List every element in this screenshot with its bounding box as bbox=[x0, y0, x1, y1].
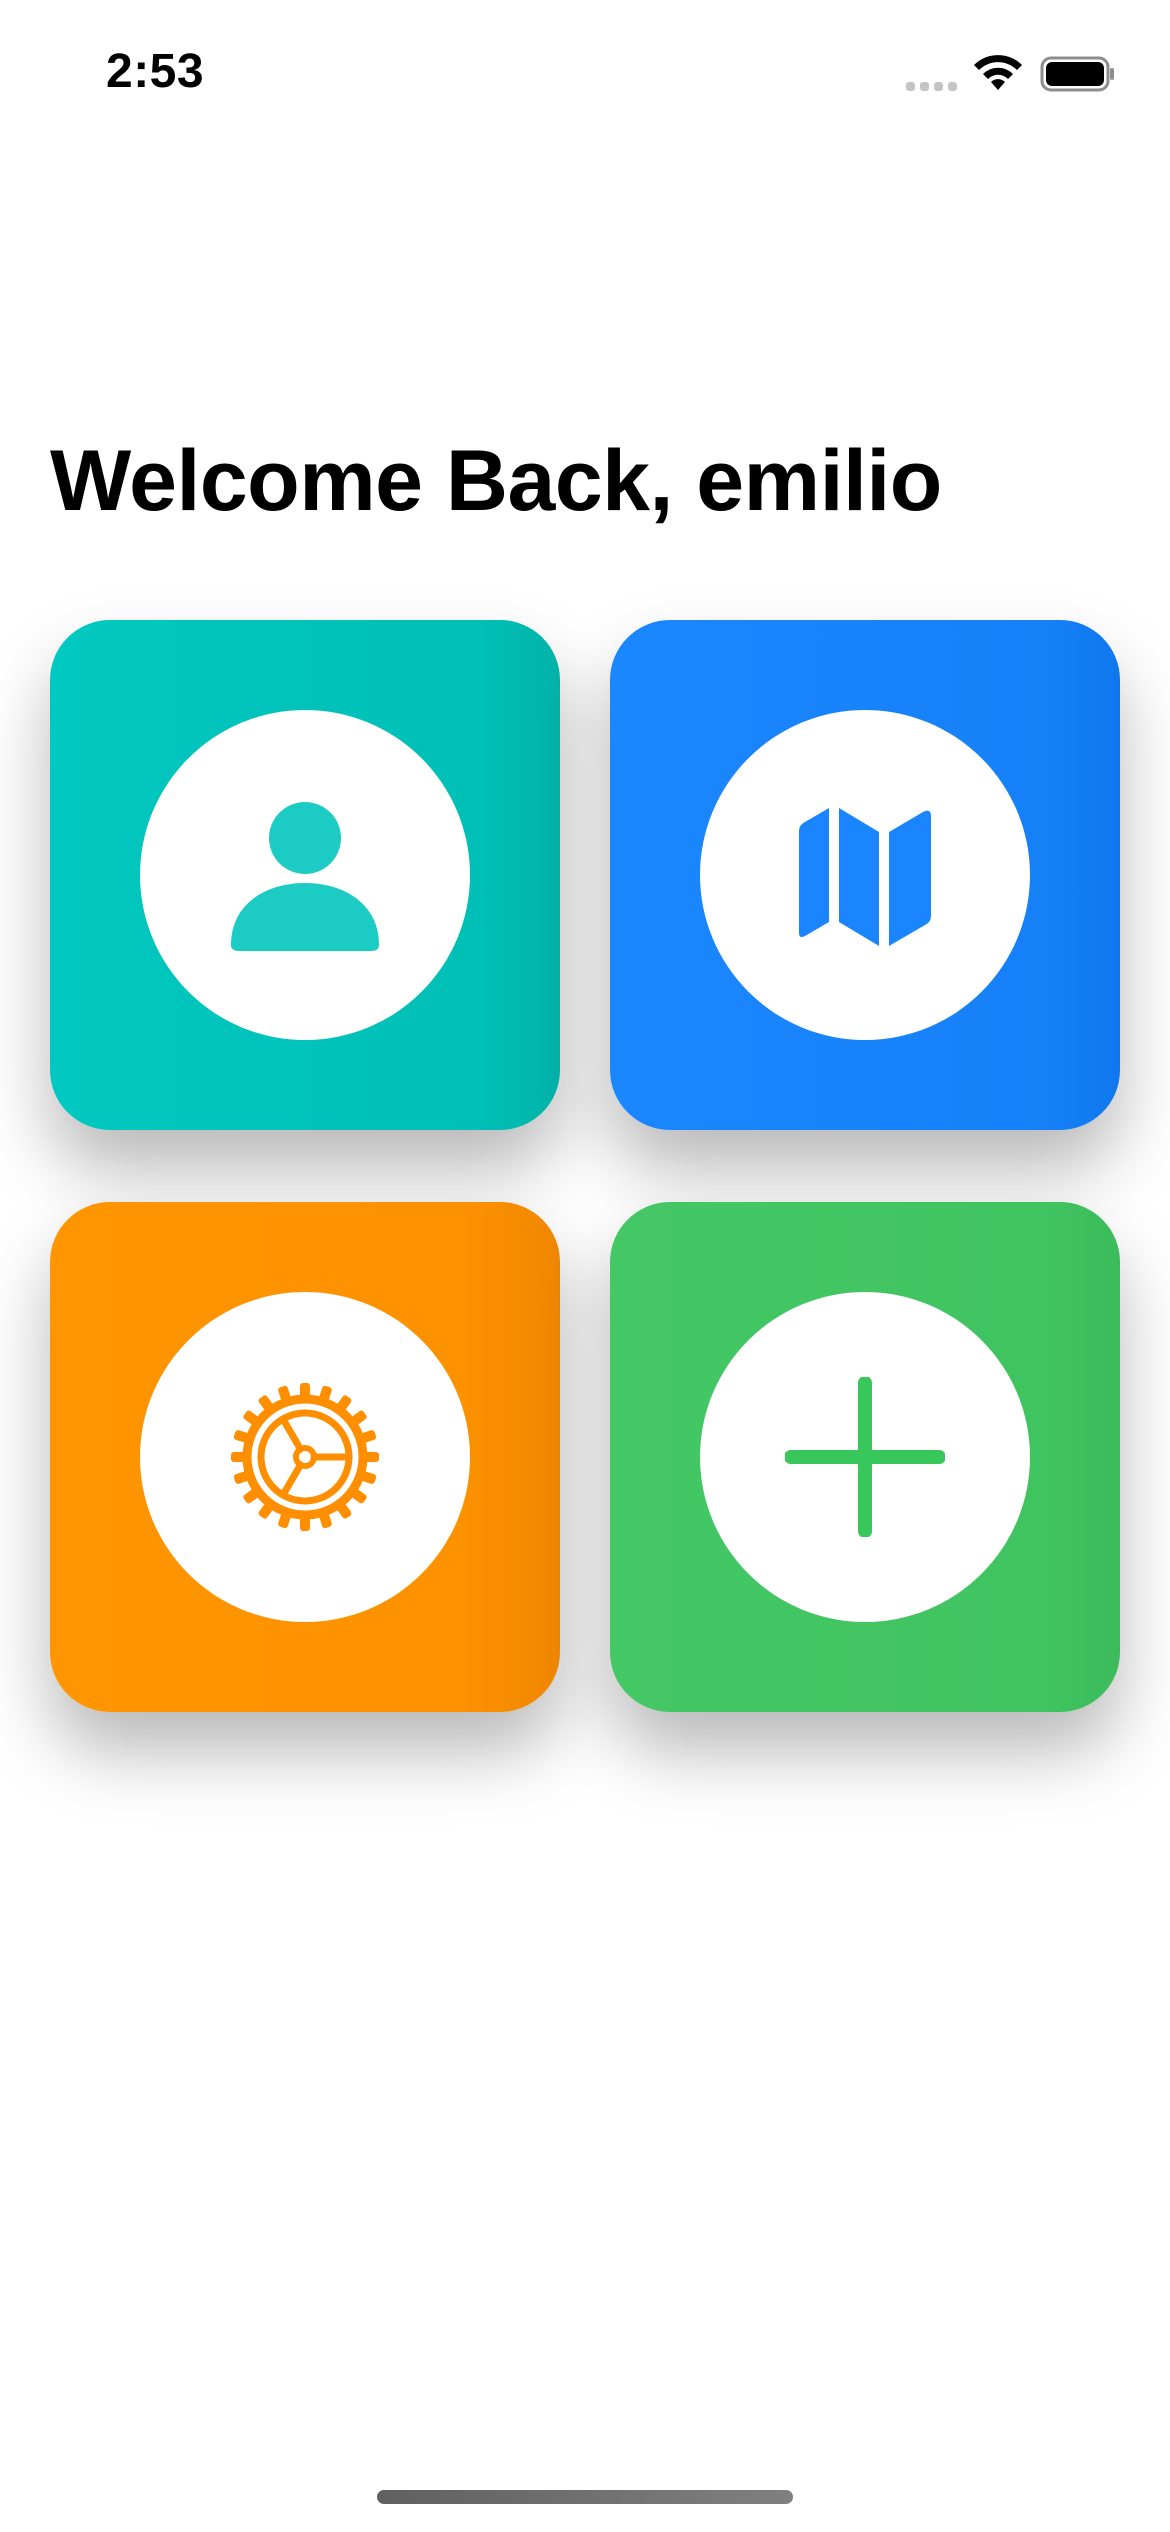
gear-icon bbox=[231, 1383, 379, 1531]
profile-icon-circle bbox=[140, 710, 470, 1040]
plus-icon bbox=[785, 1377, 945, 1537]
status-time: 2:53 bbox=[106, 45, 205, 98]
settings-icon-circle bbox=[140, 1292, 470, 1622]
map-icon-circle bbox=[700, 710, 1030, 1040]
battery-icon bbox=[1040, 56, 1114, 92]
status-bar: 2:53 bbox=[0, 0, 1170, 150]
wifi-icon bbox=[974, 55, 1022, 90]
home-indicator[interactable] bbox=[377, 2490, 793, 2504]
map-icon bbox=[799, 808, 931, 946]
profile-tile-button[interactable] bbox=[50, 620, 560, 1130]
add-icon-circle bbox=[700, 1292, 1030, 1622]
page-title: Welcome Back, emilio bbox=[50, 433, 942, 529]
map-tile-button[interactable] bbox=[610, 620, 1120, 1130]
cellular-signal-icon bbox=[906, 82, 957, 91]
person-icon bbox=[231, 802, 379, 951]
add-tile-button[interactable] bbox=[610, 1202, 1120, 1712]
settings-tile-button[interactable] bbox=[50, 1202, 560, 1712]
home-screen: 2:53 Welcome Back, emilio bbox=[0, 0, 1170, 2532]
